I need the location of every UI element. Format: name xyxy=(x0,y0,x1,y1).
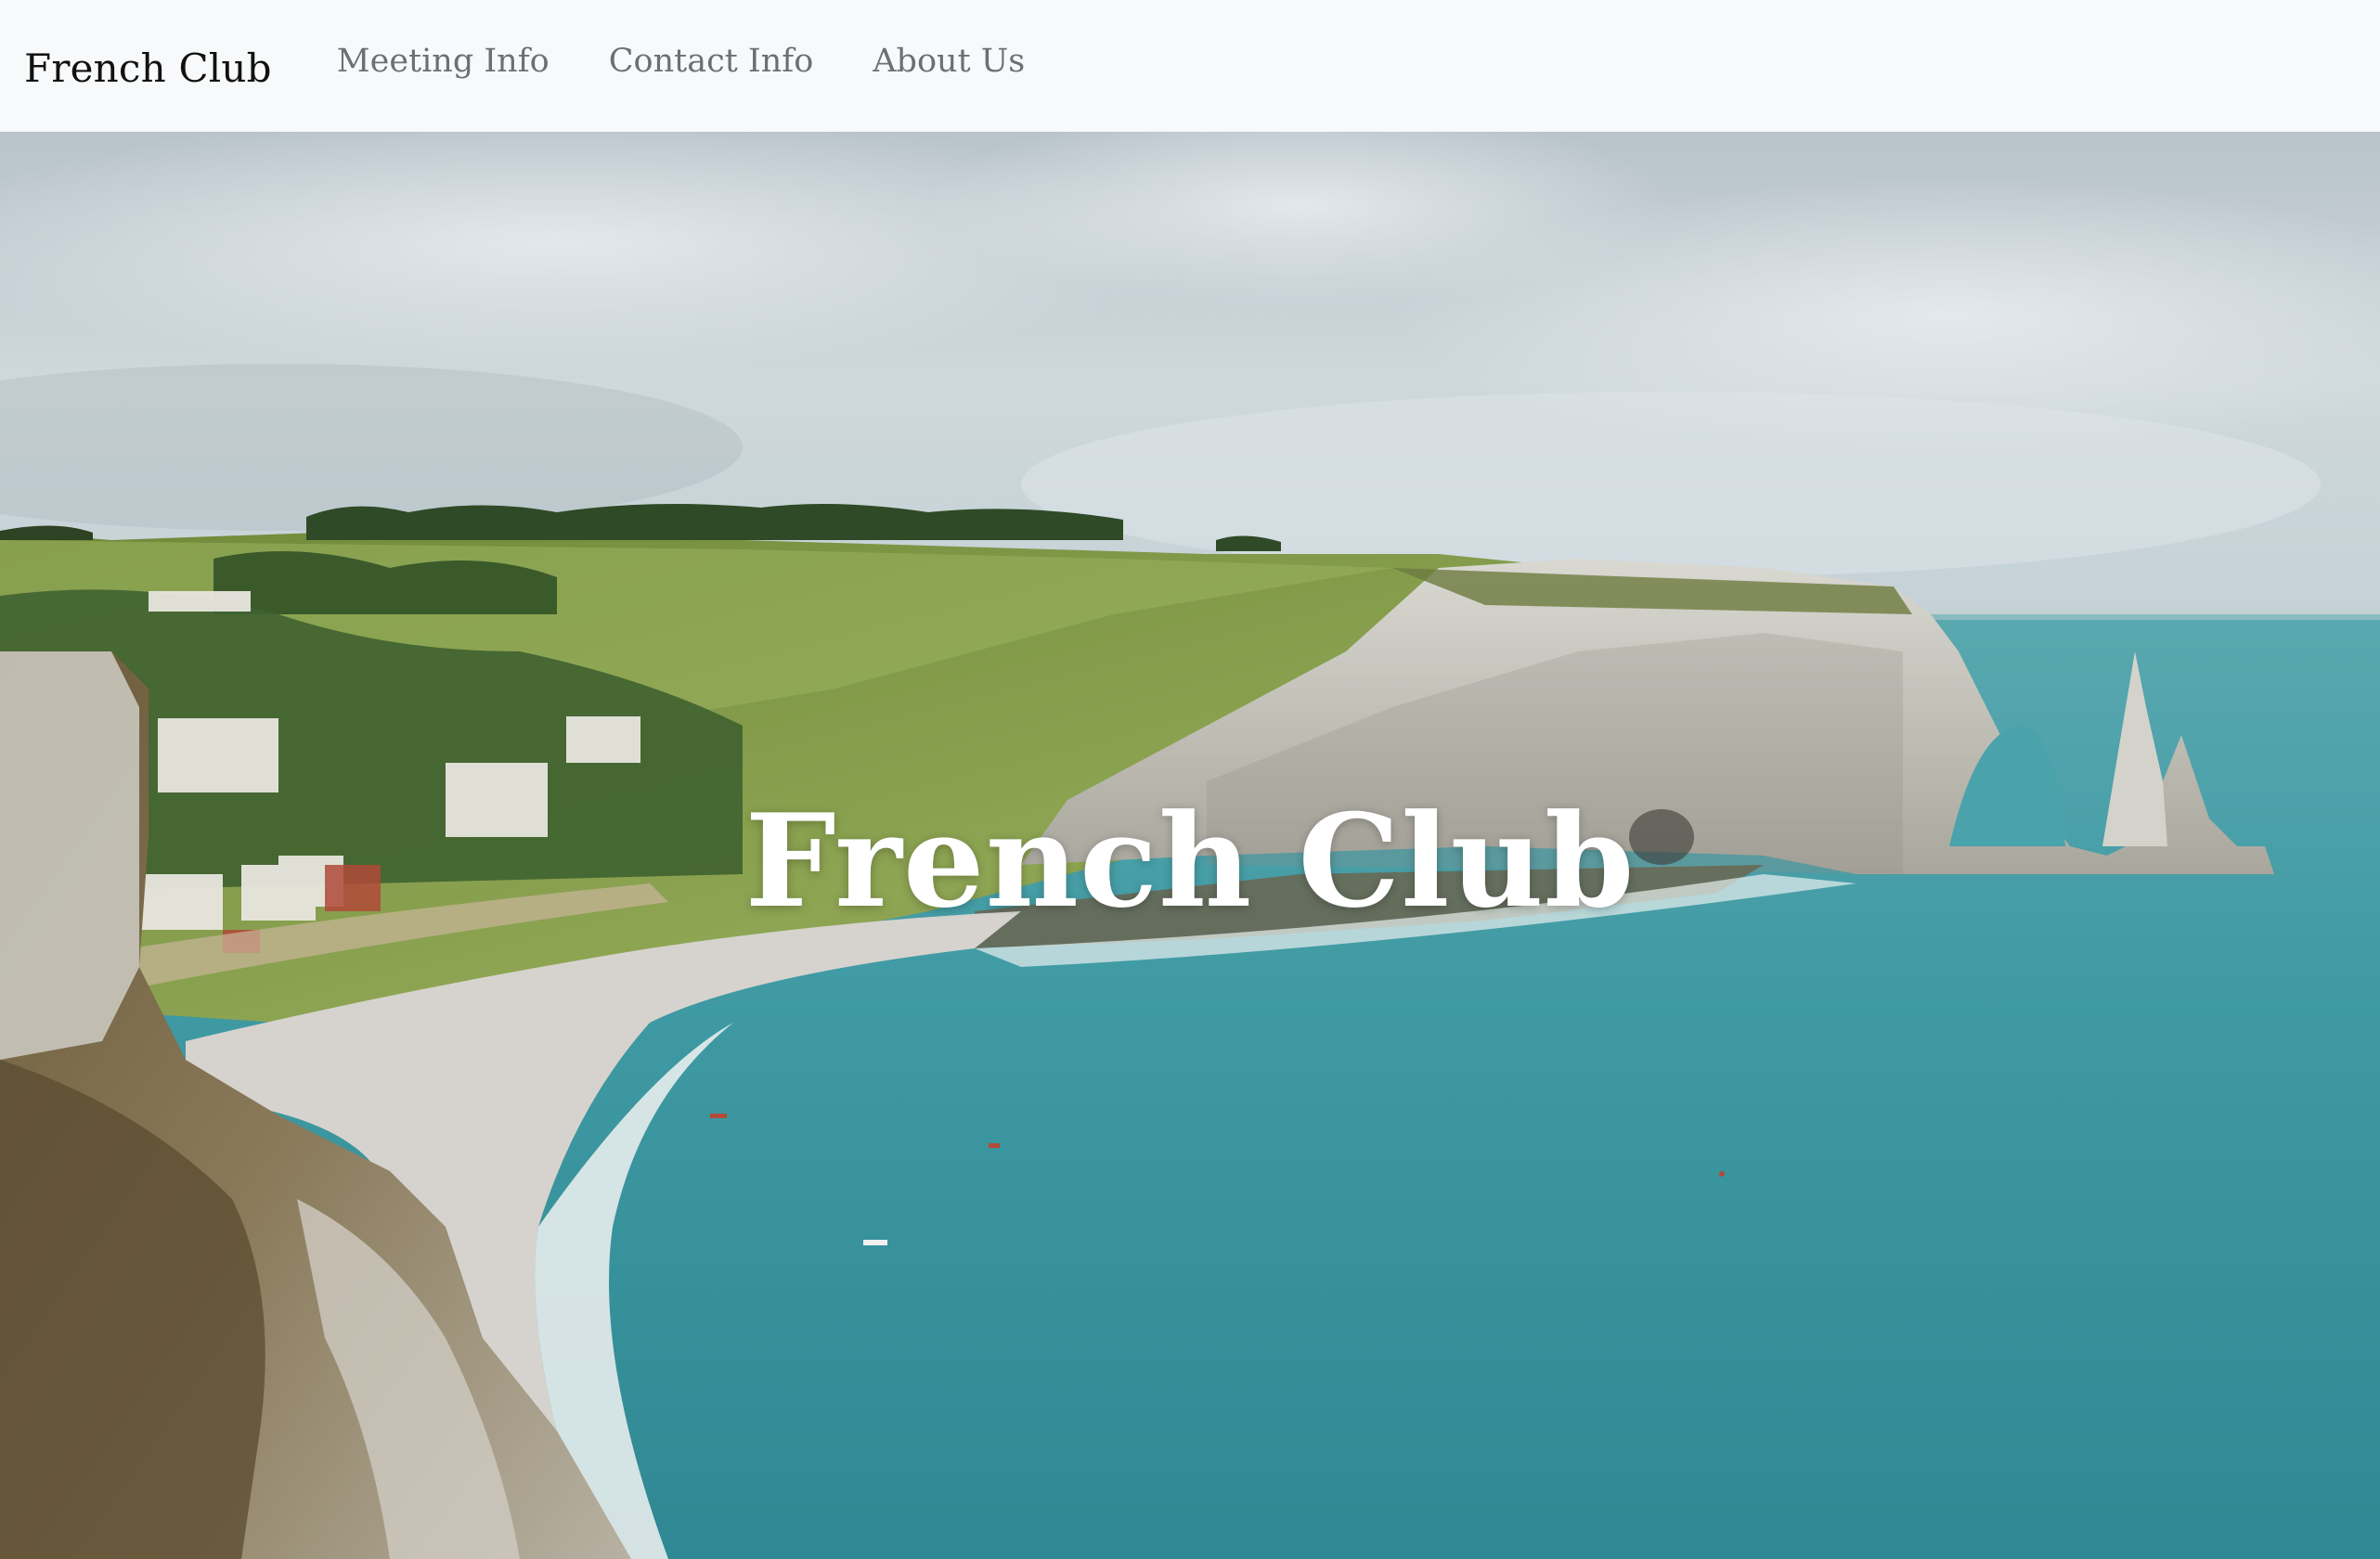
nav-links: Meeting Info Contact Info About Us xyxy=(337,43,1025,80)
top-navbar: French Club Meeting Info Contact Info Ab… xyxy=(0,0,2380,132)
hero-title: French Club xyxy=(744,785,1636,937)
hero-banner: French Club xyxy=(0,132,2380,1559)
nav-link-about-us[interactable]: About Us xyxy=(873,43,1025,80)
brand-link[interactable]: French Club xyxy=(24,45,272,91)
nav-link-contact-info[interactable]: Contact Info xyxy=(609,43,814,80)
nav-link-meeting-info[interactable]: Meeting Info xyxy=(337,43,550,80)
